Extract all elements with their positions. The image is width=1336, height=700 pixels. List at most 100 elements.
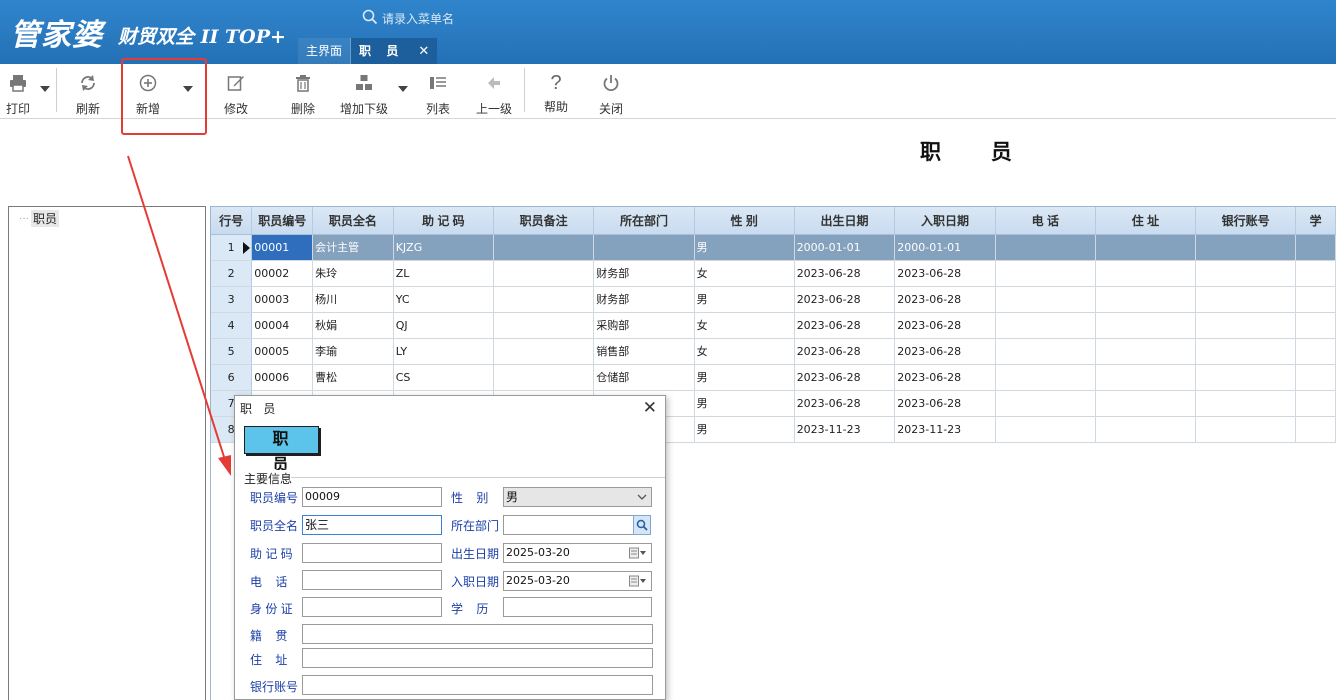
empty-cell[interactable] [1095, 234, 1196, 261]
cell-hire[interactable]: 2023-06-28 [894, 260, 996, 287]
column-header[interactable]: 职员全名 [312, 207, 394, 235]
cell-mnemonic[interactable]: QJ [393, 312, 494, 339]
cell-birth[interactable]: 2023-11-23 [794, 416, 896, 443]
cell-mnemonic[interactable]: YC [393, 286, 494, 313]
bank-account-field[interactable] [302, 675, 653, 695]
cell-gender[interactable]: 男 [694, 364, 795, 391]
name-field[interactable]: 张三 [302, 515, 442, 535]
id-card-field[interactable] [302, 597, 442, 617]
cell-mnemonic[interactable]: KJZG [393, 234, 494, 261]
empty-cell[interactable] [1295, 416, 1336, 443]
cell-dept[interactable]: 财务部 [593, 286, 695, 313]
cell-hire[interactable]: 2023-06-28 [894, 312, 996, 339]
empty-cell[interactable] [1095, 364, 1196, 391]
column-header[interactable]: 学 [1295, 207, 1336, 235]
empty-cell[interactable] [1295, 234, 1336, 261]
cell-note[interactable] [493, 338, 595, 365]
cell-name[interactable]: 李瑜 [312, 338, 394, 365]
empty-cell[interactable] [995, 416, 1096, 443]
table-row[interactable]: 1 00001 会计主管 KJZG 男 2000-01-01 2000-01-01 [211, 234, 1336, 261]
phone-field[interactable] [302, 570, 442, 590]
column-header[interactable]: 电 话 [995, 207, 1096, 235]
calendar-icon[interactable] [629, 546, 647, 560]
empty-cell[interactable] [1095, 338, 1196, 365]
cell-note[interactable] [493, 234, 595, 261]
cell-note[interactable] [493, 260, 595, 287]
gender-select[interactable]: 男 [503, 487, 652, 507]
column-header[interactable]: 行号 [211, 207, 253, 235]
cell-code[interactable]: 00006 [251, 364, 314, 391]
up-level-button[interactable]: 上一级 [476, 72, 512, 117]
empty-cell[interactable] [1295, 390, 1336, 417]
search-placeholder[interactable]: 请录入菜单名 [382, 10, 454, 27]
empty-cell[interactable] [1295, 364, 1336, 391]
code-field[interactable]: 00009 [302, 487, 442, 507]
birth-date-field[interactable]: 2025-03-20 [503, 543, 652, 563]
cell-note[interactable] [493, 364, 595, 391]
cell-dept[interactable] [593, 234, 695, 261]
lookup-search-icon[interactable] [633, 515, 651, 535]
cell-birth[interactable]: 2000-01-01 [794, 234, 896, 261]
column-header[interactable]: 助 记 码 [393, 207, 494, 235]
hire-date-field[interactable]: 2025-03-20 [503, 571, 652, 591]
empty-cell[interactable] [995, 234, 1096, 261]
empty-cell[interactable] [1095, 260, 1196, 287]
empty-cell[interactable] [1095, 390, 1196, 417]
cell-name[interactable]: 朱玲 [312, 260, 394, 287]
cell-code[interactable]: 00004 [251, 312, 314, 339]
cell-gender[interactable]: 女 [694, 338, 795, 365]
mnemonic-field[interactable] [302, 543, 442, 563]
table-row[interactable]: 4 00004 秋娟 QJ 采购部女 2023-06-28 2023-06-28 [211, 312, 1336, 339]
cell-name[interactable]: 会计主管 [312, 234, 394, 261]
empty-cell[interactable] [995, 286, 1096, 313]
table-row[interactable]: 6 00006 曹松 CS 仓储部男 2023-06-28 2023-06-28 [211, 364, 1336, 391]
cell-dept[interactable]: 采购部 [593, 312, 695, 339]
cell-gender[interactable]: 男 [694, 390, 795, 417]
cell-gender[interactable]: 女 [694, 312, 795, 339]
native-place-field[interactable] [302, 624, 653, 644]
close-button[interactable]: 关闭 [599, 72, 623, 117]
empty-cell[interactable] [1195, 234, 1297, 261]
column-header[interactable]: 职员备注 [493, 207, 595, 235]
cell-gender[interactable]: 男 [694, 234, 795, 261]
cell-note[interactable] [493, 286, 595, 313]
column-header[interactable]: 性 别 [694, 207, 795, 235]
education-field[interactable] [503, 597, 652, 617]
empty-cell[interactable] [995, 390, 1096, 417]
empty-cell[interactable] [1295, 338, 1336, 365]
cell-mnemonic[interactable]: ZL [393, 260, 494, 287]
cell-birth[interactable]: 2023-06-28 [794, 312, 896, 339]
print-button[interactable]: 打印 [6, 72, 30, 117]
cell-birth[interactable]: 2023-06-28 [794, 390, 896, 417]
column-header[interactable]: 银行账号 [1195, 207, 1297, 235]
empty-cell[interactable] [1295, 312, 1336, 339]
cell-code[interactable]: 00002 [251, 260, 314, 287]
edit-button[interactable]: 修改 [224, 72, 248, 117]
tab-main[interactable]: 主界面 [298, 38, 352, 64]
help-button[interactable]: ? 帮助 [544, 72, 568, 115]
close-icon[interactable]: ✕ [418, 38, 429, 64]
cell-birth[interactable]: 2023-06-28 [794, 364, 896, 391]
cell-gender[interactable]: 男 [694, 416, 795, 443]
empty-cell[interactable] [1195, 312, 1297, 339]
table-row[interactable]: 3 00003 杨川 YC 财务部男 2023-06-28 2023-06-28 [211, 286, 1336, 313]
empty-cell[interactable] [1195, 416, 1297, 443]
cell-name[interactable]: 曹松 [312, 364, 394, 391]
table-row[interactable]: 5 00005 李瑜 LY 销售部女 2023-06-28 2023-06-28 [211, 338, 1336, 365]
cell-hire[interactable]: 2023-06-28 [894, 390, 996, 417]
add-child-button[interactable]: 增加下级 [340, 72, 388, 117]
cell-birth[interactable]: 2023-06-28 [794, 338, 896, 365]
cell-birth[interactable]: 2023-06-28 [794, 286, 896, 313]
cell-hire[interactable]: 2000-01-01 [894, 234, 996, 261]
cell-dept[interactable]: 仓储部 [593, 364, 695, 391]
empty-cell[interactable] [995, 312, 1096, 339]
tree-node-staff[interactable]: ··· 职员 [19, 210, 60, 227]
add-child-dropdown[interactable] [398, 86, 408, 92]
cell-dept[interactable]: 财务部 [593, 260, 695, 287]
empty-cell[interactable] [995, 260, 1096, 287]
empty-cell[interactable] [1195, 338, 1297, 365]
empty-cell[interactable] [995, 338, 1096, 365]
refresh-button[interactable]: 刷新 [76, 72, 100, 117]
delete-button[interactable]: 删除 [291, 72, 315, 117]
empty-cell[interactable] [1195, 390, 1297, 417]
